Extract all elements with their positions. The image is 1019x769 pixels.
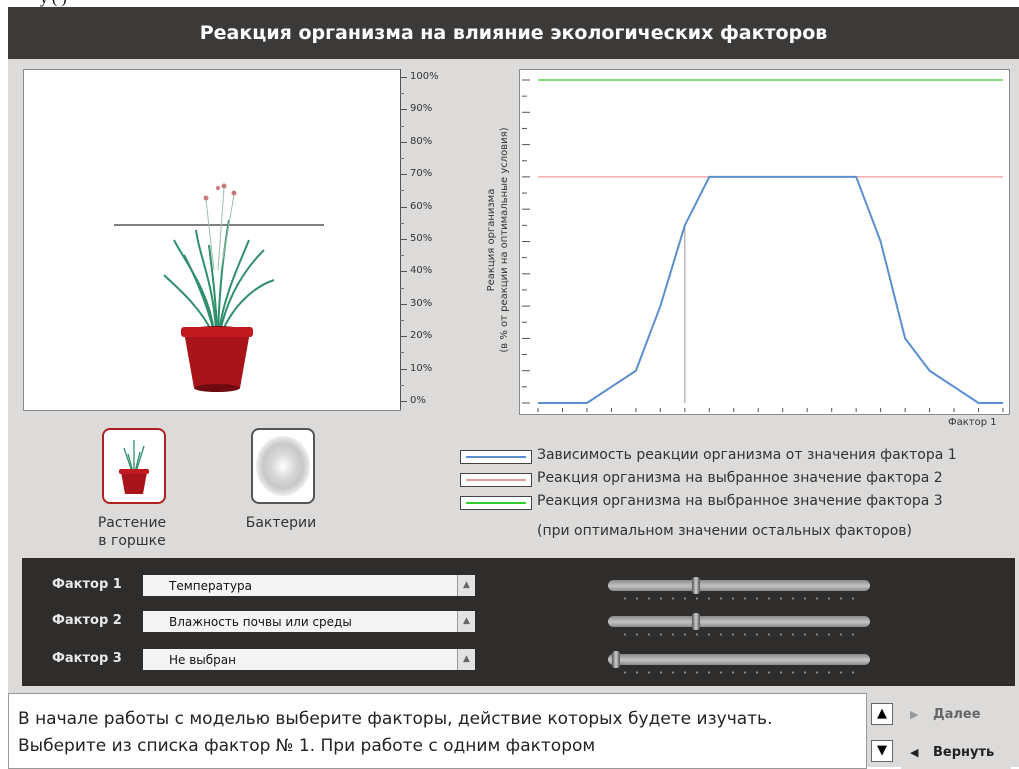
dropdown-arrow-icon[interactable]: ▲: [457, 575, 475, 596]
scale-tick-label: 90%: [410, 103, 433, 115]
potted-plant-icon: [163, 183, 275, 392]
instructions-text-area[interactable]: В начале работы с моделью выберите факто…: [8, 693, 867, 769]
scale-minor-tick: [400, 222, 404, 224]
factor-label: Фактор 3: [52, 651, 122, 666]
scale-tick: [400, 174, 407, 176]
scale-tick-label: 100%: [410, 71, 439, 82]
scale-minor-tick: [400, 158, 404, 159]
plant-percent-scale: 100% 90% 80% 70% 60% 50% 40% 30% 20% 10% 0%: [400, 69, 460, 409]
graph-x-axis-label: Фактор 1: [948, 417, 997, 428]
factor-row: Фактор 1 Температура ▲: [22, 574, 1015, 600]
scale-tick-label: 60%: [410, 200, 433, 212]
factor-2-select[interactable]: Влажность почвы или среды ▲: [143, 611, 475, 632]
scale-tick-label: 70%: [410, 168, 433, 180]
reaction-graph: [519, 69, 1010, 415]
scale-tick-label: 20%: [410, 330, 433, 342]
scale-tick: [400, 239, 407, 240]
scale-tick-label: 80%: [410, 135, 433, 147]
back-button[interactable]: ◀ Вернуть: [901, 737, 1011, 769]
potted-plant-icon: [119, 440, 149, 494]
scale-minor-tick: [400, 352, 404, 354]
app-window: Реакция организма на влияние экологическ…: [8, 7, 1019, 769]
scale-tick: [400, 141, 407, 143]
organism-plant-caption: Растение в горшке: [97, 515, 167, 549]
scale-tick: [400, 77, 407, 78]
scale-minor-tick: [400, 320, 404, 321]
scroll-down-button[interactable]: ▼: [871, 740, 893, 762]
legend-item: Реакция организма на выбранное значение …: [460, 470, 1019, 493]
factor-row: Фактор 2 Влажность почвы или среды ▲: [22, 610, 1015, 636]
legend-item: Зависимость реакции организма от значени…: [460, 447, 1019, 470]
scroll-up-button[interactable]: ▲: [871, 703, 893, 725]
organism-bacteria-button[interactable]: [251, 428, 315, 504]
scale-tick: [400, 303, 407, 305]
scale-tick-label: 40%: [410, 265, 433, 277]
play-left-icon: ◀: [910, 746, 919, 759]
scale-minor-tick: [400, 255, 404, 257]
plant-illustration: [114, 183, 324, 392]
factor-3-select[interactable]: Не выбран ▲: [143, 649, 475, 670]
dropdown-arrow-icon[interactable]: ▲: [457, 649, 475, 670]
slider-ticks: [619, 633, 859, 636]
legend-swatch: [460, 450, 532, 464]
plant-view-panel: [23, 69, 401, 411]
graph-legend: Зависимость реакции организма от значени…: [460, 447, 1019, 516]
factor-3-slider[interactable]: [608, 651, 870, 668]
factor-label: Фактор 2: [52, 613, 122, 628]
legend-swatch: [460, 496, 532, 510]
next-button[interactable]: ▶ Далее: [901, 699, 1011, 731]
scale-tick: [400, 206, 407, 208]
play-right-icon: ▶: [910, 708, 919, 721]
slider-thumb[interactable]: [692, 577, 700, 594]
legend-swatch: [460, 473, 532, 487]
scale-tick-label: 50%: [410, 233, 433, 244]
scale-minor-tick: [400, 384, 404, 386]
scale-tick-label: 0%: [410, 395, 426, 406]
dropdown-arrow-icon[interactable]: ▲: [457, 611, 475, 632]
scale-tick-label: 10%: [410, 362, 433, 374]
slider-ticks: [619, 597, 859, 600]
scale-tick: [400, 401, 407, 402]
page-title: Реакция организма на влияние экологическ…: [8, 7, 1019, 59]
factor-2-slider[interactable]: [608, 613, 870, 630]
organism-plant-button[interactable]: [102, 428, 166, 504]
legend-item: Реакция организма на выбранное значение …: [460, 493, 1019, 516]
factor-row: Фактор 3 Не выбран ▲: [22, 648, 1015, 674]
graph-y-axis-label: Реакция организма (в % от реакции на опт…: [486, 127, 510, 353]
scale-tick: [400, 109, 407, 111]
factor-controls-panel: Фактор 1 Температура ▲ Фактор 2 Влажност…: [22, 558, 1015, 686]
scale-tick: [400, 336, 407, 338]
reaction-graph-canvas: [522, 79, 1004, 412]
factor-1-response-line: [538, 175, 1003, 404]
factor-1-slider[interactable]: [608, 577, 870, 594]
organism-bacteria-caption: Бактерии: [245, 515, 317, 531]
legend-subtext: (при оптимальном значении остальных факт…: [537, 523, 912, 539]
bacteria-icon: [256, 436, 310, 496]
factor-label: Фактор 1: [52, 577, 122, 592]
scale-tick: [400, 368, 407, 370]
scale-minor-tick: [400, 125, 404, 127]
slider-thumb[interactable]: [612, 651, 620, 668]
scale-minor-tick: [400, 93, 404, 95]
slider-thumb[interactable]: [692, 613, 700, 630]
factor-1-select[interactable]: Температура ▲: [143, 575, 475, 596]
slider-ticks: [619, 671, 859, 674]
scale-tick-label: 30%: [410, 297, 433, 309]
scale-tick: [400, 271, 407, 273]
scale-minor-tick: [400, 190, 404, 192]
scale-minor-tick: [400, 287, 404, 289]
